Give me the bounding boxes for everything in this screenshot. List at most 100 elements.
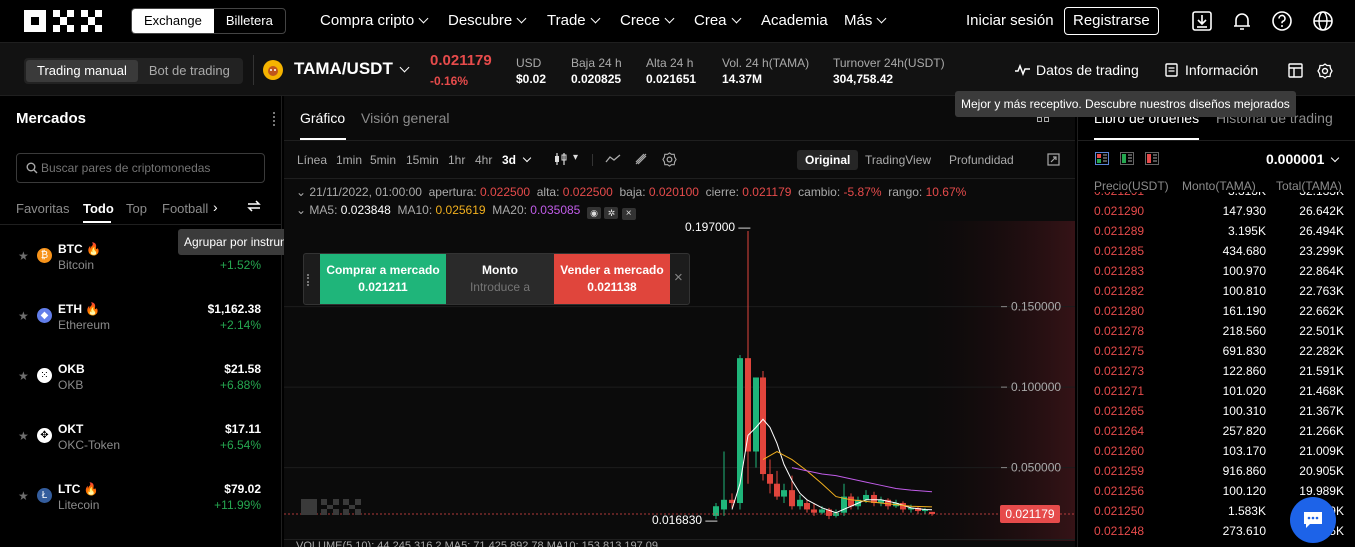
swap-icon[interactable] [246,199,262,213]
support-chat-button[interactable] [1290,497,1336,543]
star-icon[interactable]: ★ [18,489,29,503]
order-book-row[interactable]: 0.021278 218.560 22.501K [1078,321,1355,341]
download-icon[interactable] [1191,10,1213,32]
tab-top[interactable]: Top [126,201,147,216]
book-bids-view-icon[interactable] [1120,152,1134,165]
precision-selector[interactable]: 0.000001 [1266,151,1340,167]
tab-overview[interactable]: Visión general [361,110,449,126]
globe-icon[interactable] [1312,10,1334,32]
order-book-row[interactable]: 0.021282 100.810 22.763K [1078,281,1355,301]
nav-buy-crypto[interactable]: Compra cripto [320,12,429,29]
tf-5min[interactable]: 5min [370,153,396,167]
tf-3d[interactable]: 3d [502,153,532,167]
star-icon[interactable]: ★ [18,429,29,443]
search-input[interactable] [41,158,256,178]
tf-1min[interactable]: 1min [336,153,362,167]
view-original[interactable]: Original [797,150,859,170]
okx-logo[interactable] [24,10,104,32]
order-book-row[interactable]: 0.021289 3.195K 26.494K [1078,221,1355,241]
chevron-right-icon[interactable]: › [213,199,218,215]
divider [1078,140,1355,141]
manual-trading-tab[interactable]: Trading manual [26,60,138,82]
login-link[interactable]: Iniciar sesión [966,12,1054,29]
chevron-down-icon[interactable]: ⌄ [296,185,306,199]
market-row[interactable]: ★ ⁙ OKB OKB $21.58 +6.88% [0,346,282,406]
nav-discover[interactable]: Descubre [448,12,527,29]
drag-handle-icon[interactable] [307,274,311,286]
nav-build[interactable]: Crea [694,12,741,29]
draw-tool-icon[interactable] [634,152,648,166]
order-book-row[interactable]: 0.021283 100.970 22.864K [1078,261,1355,281]
order-book-row[interactable]: 0.021275 691.830 22.282K [1078,341,1355,361]
view-depth[interactable]: Profundidad [949,153,1014,167]
order-book-row[interactable]: 0.021290 147.930 26.642K [1078,201,1355,221]
candles-icon[interactable] [554,152,568,166]
settings-icon[interactable] [1317,63,1333,79]
help-icon[interactable] [1271,10,1293,32]
fullscreen-icon[interactable] [1047,153,1060,166]
chevron-down-icon[interactable]: ▾ [573,152,578,163]
chevron-down-icon [399,62,410,73]
nav-trade[interactable]: Trade [547,12,601,29]
order-book-row[interactable]: 0.021271 101.020 21.468K [1078,381,1355,401]
coin-name: Litecoin [58,498,100,512]
view-tradingview[interactable]: TradingView [865,153,931,167]
order-book-row[interactable]: 0.021273 122.860 21.591K [1078,361,1355,381]
indicator-icon[interactable] [605,154,621,164]
tab-chart[interactable]: Gráfico [300,110,345,126]
market-sell-button[interactable]: Vender a mercado 0.021138 [554,254,670,304]
order-book-row[interactable]: 0.021291 3.313K 32.133K [1078,192,1355,201]
order-book-row[interactable]: 0.021264 257.820 21.266K [1078,421,1355,441]
star-icon[interactable]: ★ [18,249,29,263]
order-book-row[interactable]: 0.021259 916.860 20.905K [1078,461,1355,481]
eye-icon[interactable]: ◉ [587,207,602,219]
drag-handle-icon[interactable] [273,112,279,126]
close-icon[interactable]: × [621,208,636,220]
market-buy-button[interactable]: Comprar a mercado 0.021211 [320,254,446,304]
wallet-tab[interactable]: Billetera [214,9,285,33]
chevron-down-icon [516,13,527,24]
order-book-row[interactable]: 0.021285 434.680 23.299K [1078,241,1355,261]
information-button[interactable]: Información [1165,62,1258,78]
tab-favorites[interactable]: Favoritas [16,201,69,216]
chevron-down-icon [876,13,887,24]
pair-selector[interactable]: TAMA/USDT [294,59,410,79]
market-row[interactable]: ★ ◆ ETH 🔥 Ethereum $1,162.38 +2.14% [0,286,282,346]
book-asks-view-icon[interactable] [1145,152,1159,165]
order-book-row[interactable]: 0.021265 100.310 21.367K [1078,401,1355,421]
tab-all[interactable]: Todo [83,201,114,216]
bell-icon[interactable] [1231,10,1253,32]
coin-price: $17.11 [224,422,261,436]
order-book-row[interactable]: 0.021280 161.190 22.662K [1078,301,1355,321]
tf-4hr[interactable]: 4hr [475,153,492,167]
market-row[interactable]: ★ Ł LTC 🔥 Litecoin $79.02 +11.99% [0,466,282,526]
ask-amount: 100.120 [1222,484,1266,498]
nav-academy[interactable]: Academia [761,12,828,29]
chevron-down-icon[interactable]: ⌄ [296,203,306,217]
nav-more[interactable]: Más [844,12,887,29]
tf-15min[interactable]: 15min [406,153,439,167]
tf-1hr[interactable]: 1hr [448,153,465,167]
trading-data-button[interactable]: Datos de trading [1015,62,1139,78]
candle-body [781,490,787,497]
exchange-tab[interactable]: Exchange [132,9,214,33]
chevron-down-icon [664,13,675,24]
last-price-label: 0.021179 [1000,505,1060,523]
tab-football[interactable]: Football [162,201,208,216]
register-button[interactable]: Registrarse [1064,7,1159,35]
market-row[interactable]: ★ ✥ OKT OKC-Token $17.11 +6.54% [0,406,282,466]
close-icon[interactable]: × [674,269,683,286]
star-icon[interactable]: ★ [18,369,29,383]
amount-input[interactable] [465,280,535,294]
nav-grow[interactable]: Crece [620,12,675,29]
trading-bot-tab[interactable]: Bot de trading [138,60,241,82]
gear-icon[interactable]: ✲ [604,207,619,219]
star-icon[interactable]: ★ [18,309,29,323]
ask-price: 0.021273 [1094,364,1145,378]
order-book-row[interactable]: 0.021260 103.170 21.009K [1078,441,1355,461]
tf-line[interactable]: Línea [297,153,327,167]
amount-field[interactable]: Monto [446,254,554,304]
chart-settings-icon[interactable] [662,152,677,167]
layout-icon[interactable] [1288,63,1303,78]
book-both-view-icon[interactable] [1095,152,1109,165]
